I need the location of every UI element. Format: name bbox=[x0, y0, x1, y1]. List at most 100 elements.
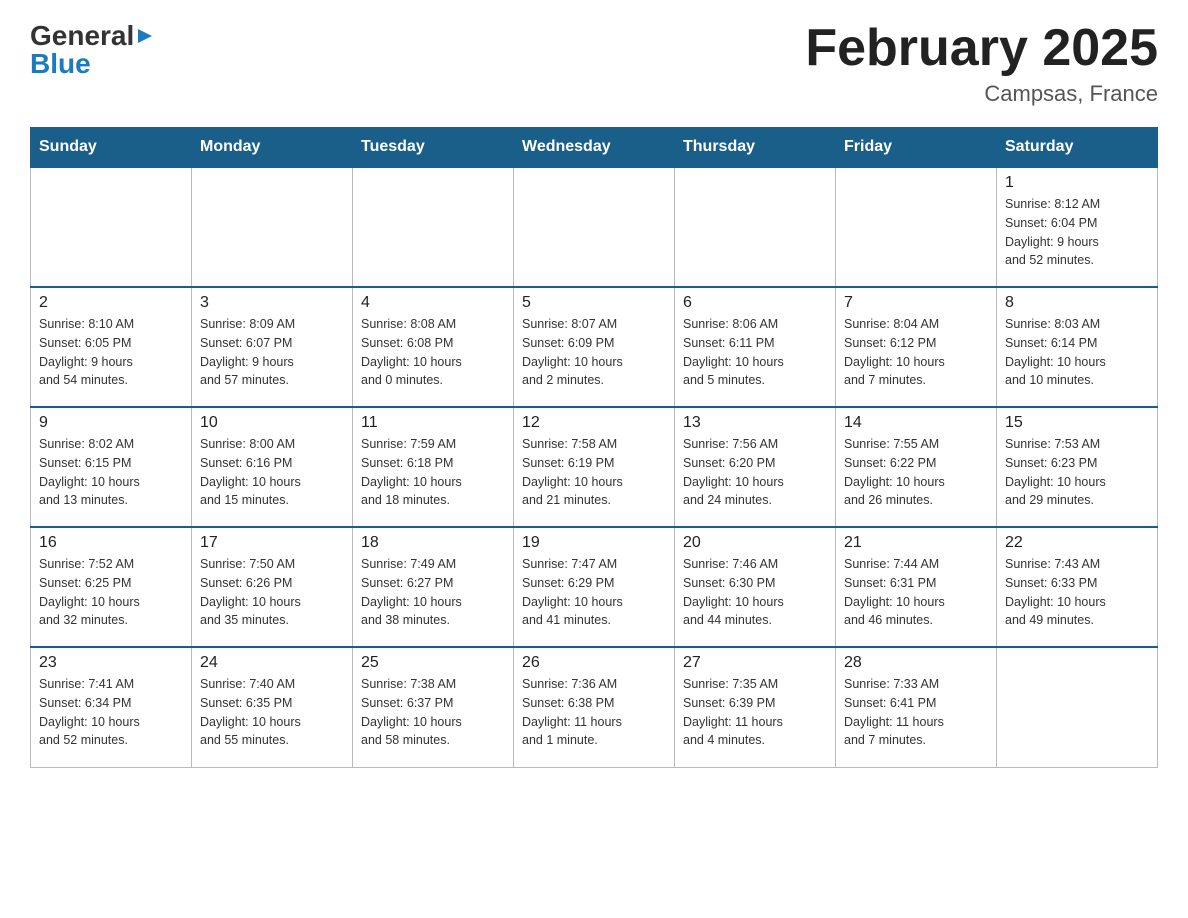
day-number: 6 bbox=[683, 294, 827, 312]
day-info: Sunrise: 8:03 AM Sunset: 6:14 PM Dayligh… bbox=[1005, 315, 1149, 390]
table-row: 9Sunrise: 8:02 AM Sunset: 6:15 PM Daylig… bbox=[31, 407, 192, 527]
day-info: Sunrise: 7:46 AM Sunset: 6:30 PM Dayligh… bbox=[683, 555, 827, 630]
day-number: 10 bbox=[200, 414, 344, 432]
calendar-week-row: 1Sunrise: 8:12 AM Sunset: 6:04 PM Daylig… bbox=[31, 167, 1158, 287]
day-info: Sunrise: 8:07 AM Sunset: 6:09 PM Dayligh… bbox=[522, 315, 666, 390]
day-number: 5 bbox=[522, 294, 666, 312]
weekday-header-row: Sunday Monday Tuesday Wednesday Thursday… bbox=[31, 128, 1158, 168]
day-number: 16 bbox=[39, 534, 183, 552]
day-info: Sunrise: 8:00 AM Sunset: 6:16 PM Dayligh… bbox=[200, 435, 344, 510]
calendar-week-row: 9Sunrise: 8:02 AM Sunset: 6:15 PM Daylig… bbox=[31, 407, 1158, 527]
day-info: Sunrise: 8:02 AM Sunset: 6:15 PM Dayligh… bbox=[39, 435, 183, 510]
day-info: Sunrise: 7:36 AM Sunset: 6:38 PM Dayligh… bbox=[522, 675, 666, 750]
day-info: Sunrise: 7:33 AM Sunset: 6:41 PM Dayligh… bbox=[844, 675, 988, 750]
day-number: 24 bbox=[200, 654, 344, 672]
table-row: 23Sunrise: 7:41 AM Sunset: 6:34 PM Dayli… bbox=[31, 647, 192, 767]
day-info: Sunrise: 7:38 AM Sunset: 6:37 PM Dayligh… bbox=[361, 675, 505, 750]
day-number: 19 bbox=[522, 534, 666, 552]
day-info: Sunrise: 7:35 AM Sunset: 6:39 PM Dayligh… bbox=[683, 675, 827, 750]
day-info: Sunrise: 7:49 AM Sunset: 6:27 PM Dayligh… bbox=[361, 555, 505, 630]
table-row: 10 Sunrise: 8:00 AM Sunset: 6:16 PM Dayli… bbox=[192, 407, 353, 527]
day-info: Sunrise: 7:44 AM Sunset: 6:31 PM Dayligh… bbox=[844, 555, 988, 630]
calendar-week-row: 2 Sunrise: 8:10 AM Sunset: 6:05 PM Daylig… bbox=[31, 287, 1158, 407]
day-number: 18 bbox=[361, 534, 505, 552]
calendar-table: Sunday Monday Tuesday Wednesday Thursday… bbox=[30, 127, 1158, 768]
day-info: Sunrise: 7:40 AM Sunset: 6:35 PM Dayligh… bbox=[200, 675, 344, 750]
table-row bbox=[997, 647, 1158, 767]
table-row bbox=[836, 167, 997, 287]
table-row: 14 Sunrise: 7:55 AM Sunset: 6:22 PM Dayli… bbox=[836, 407, 997, 527]
day-info: Sunrise: 8:10 AM Sunset: 6:05 PM Dayligh… bbox=[39, 315, 183, 390]
table-row: 25 Sunrise: 7:38 AM Sunset: 6:37 PM Dayli… bbox=[353, 647, 514, 767]
day-number: 23 bbox=[39, 654, 183, 672]
day-number: 26 bbox=[522, 654, 666, 672]
table-row: 22 Sunrise: 7:43 AM Sunset: 6:33 PM Dayli… bbox=[997, 527, 1158, 647]
table-row: 15 Sunrise: 7:53 AM Sunset: 6:23 PM Dayli… bbox=[997, 407, 1158, 527]
day-number: 13 bbox=[683, 414, 827, 432]
day-info: Sunrise: 7:53 AM Sunset: 6:23 PM Dayligh… bbox=[1005, 435, 1149, 510]
table-row: 24 Sunrise: 7:40 AM Sunset: 6:35 PM Dayli… bbox=[192, 647, 353, 767]
calendar-week-row: 16Sunrise: 7:52 AM Sunset: 6:25 PM Dayli… bbox=[31, 527, 1158, 647]
page-header: General Blue February 2025 Campsas, Fran… bbox=[30, 20, 1158, 107]
table-row: 6 Sunrise: 8:06 AM Sunset: 6:11 PM Daylig… bbox=[675, 287, 836, 407]
table-row: 5 Sunrise: 8:07 AM Sunset: 6:09 PM Daylig… bbox=[514, 287, 675, 407]
table-row bbox=[514, 167, 675, 287]
table-row bbox=[31, 167, 192, 287]
header-wednesday: Wednesday bbox=[514, 128, 675, 168]
day-info: Sunrise: 8:08 AM Sunset: 6:08 PM Dayligh… bbox=[361, 315, 505, 390]
day-number: 3 bbox=[200, 294, 344, 312]
table-row: 13 Sunrise: 7:56 AM Sunset: 6:20 PM Dayli… bbox=[675, 407, 836, 527]
header-tuesday: Tuesday bbox=[353, 128, 514, 168]
day-info: Sunrise: 8:09 AM Sunset: 6:07 PM Dayligh… bbox=[200, 315, 344, 390]
day-info: Sunrise: 7:59 AM Sunset: 6:18 PM Dayligh… bbox=[361, 435, 505, 510]
table-row: 7 Sunrise: 8:04 AM Sunset: 6:12 PM Daylig… bbox=[836, 287, 997, 407]
day-number: 28 bbox=[844, 654, 988, 672]
table-row: 11Sunrise: 7:59 AM Sunset: 6:18 PM Dayli… bbox=[353, 407, 514, 527]
logo-arrow-icon bbox=[134, 25, 156, 47]
logo: General Blue bbox=[30, 20, 156, 80]
day-number: 27 bbox=[683, 654, 827, 672]
day-info: Sunrise: 7:50 AM Sunset: 6:26 PM Dayligh… bbox=[200, 555, 344, 630]
header-friday: Friday bbox=[836, 128, 997, 168]
table-row: 1Sunrise: 8:12 AM Sunset: 6:04 PM Daylig… bbox=[997, 167, 1158, 287]
day-info: Sunrise: 7:47 AM Sunset: 6:29 PM Dayligh… bbox=[522, 555, 666, 630]
title-area: February 2025 Campsas, France bbox=[805, 20, 1158, 107]
table-row: 28 Sunrise: 7:33 AM Sunset: 6:41 PM Dayli… bbox=[836, 647, 997, 767]
day-info: Sunrise: 7:55 AM Sunset: 6:22 PM Dayligh… bbox=[844, 435, 988, 510]
logo-blue-text: Blue bbox=[30, 48, 91, 80]
table-row bbox=[192, 167, 353, 287]
header-thursday: Thursday bbox=[675, 128, 836, 168]
table-row: 3 Sunrise: 8:09 AM Sunset: 6:07 PM Daylig… bbox=[192, 287, 353, 407]
table-row bbox=[353, 167, 514, 287]
day-number: 7 bbox=[844, 294, 988, 312]
day-number: 17 bbox=[200, 534, 344, 552]
table-row: 27 Sunrise: 7:35 AM Sunset: 6:39 PM Dayli… bbox=[675, 647, 836, 767]
day-info: Sunrise: 7:43 AM Sunset: 6:33 PM Dayligh… bbox=[1005, 555, 1149, 630]
day-number: 8 bbox=[1005, 294, 1149, 312]
day-number: 25 bbox=[361, 654, 505, 672]
calendar-week-row: 23Sunrise: 7:41 AM Sunset: 6:34 PM Dayli… bbox=[31, 647, 1158, 767]
table-row: 17 Sunrise: 7:50 AM Sunset: 6:26 PM Dayli… bbox=[192, 527, 353, 647]
table-row bbox=[675, 167, 836, 287]
header-saturday: Saturday bbox=[997, 128, 1158, 168]
table-row: 21 Sunrise: 7:44 AM Sunset: 6:31 PM Dayli… bbox=[836, 527, 997, 647]
month-title: February 2025 bbox=[805, 20, 1158, 77]
table-row: 8 Sunrise: 8:03 AM Sunset: 6:14 PM Daylig… bbox=[997, 287, 1158, 407]
day-number: 20 bbox=[683, 534, 827, 552]
table-row: 2 Sunrise: 8:10 AM Sunset: 6:05 PM Daylig… bbox=[31, 287, 192, 407]
header-monday: Monday bbox=[192, 128, 353, 168]
day-info: Sunrise: 8:06 AM Sunset: 6:11 PM Dayligh… bbox=[683, 315, 827, 390]
day-number: 21 bbox=[844, 534, 988, 552]
table-row: 19 Sunrise: 7:47 AM Sunset: 6:29 PM Dayli… bbox=[514, 527, 675, 647]
table-row: 12Sunrise: 7:58 AM Sunset: 6:19 PM Dayli… bbox=[514, 407, 675, 527]
header-sunday: Sunday bbox=[31, 128, 192, 168]
day-number: 2 bbox=[39, 294, 183, 312]
day-info: Sunrise: 7:56 AM Sunset: 6:20 PM Dayligh… bbox=[683, 435, 827, 510]
day-info: Sunrise: 7:58 AM Sunset: 6:19 PM Dayligh… bbox=[522, 435, 666, 510]
day-number: 15 bbox=[1005, 414, 1149, 432]
day-info: Sunrise: 8:04 AM Sunset: 6:12 PM Dayligh… bbox=[844, 315, 988, 390]
location-text: Campsas, France bbox=[805, 81, 1158, 107]
day-number: 4 bbox=[361, 294, 505, 312]
day-number: 14 bbox=[844, 414, 988, 432]
day-number: 22 bbox=[1005, 534, 1149, 552]
